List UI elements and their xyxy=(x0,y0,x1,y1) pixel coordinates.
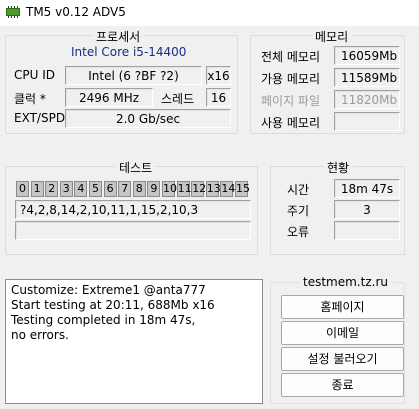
cycle-label: 주기 xyxy=(287,204,310,218)
processor-group-title: 프로세서 xyxy=(92,28,145,45)
test-extra-field xyxy=(15,221,251,240)
used-memory-label: 사용 메모리 xyxy=(261,116,321,130)
available-memory-label: 가용 메모리 xyxy=(261,72,321,86)
log-panel[interactable]: Customize: Extreme1 @anta777 Start testi… xyxy=(5,279,263,404)
tests-group-title: 테스트 xyxy=(115,159,157,176)
cpu-id-field: Intel (6 ?BF ?2) xyxy=(65,66,202,85)
threads-label: 스레드 xyxy=(161,92,195,106)
memory-chip-icon xyxy=(6,6,20,18)
test-cell: 6 xyxy=(103,181,117,197)
log-line: Start testing at 20:11, 688Mb x16 xyxy=(11,298,215,312)
clock-field: 2496 MHz xyxy=(65,88,153,107)
cpu-name: Intel Core i5-14400 xyxy=(71,45,187,59)
window-title: TM5 v0.12 ADV5 xyxy=(26,5,126,19)
test-cell: 12 xyxy=(191,181,207,197)
test-cell: 10 xyxy=(162,181,177,197)
title-bar: TM5 v0.12 ADV5 xyxy=(0,0,419,26)
time-field: 18m 47s xyxy=(334,179,400,198)
test-cell: 13 xyxy=(205,181,221,197)
test-cell: 3 xyxy=(59,181,73,197)
time-label: 시간 xyxy=(287,183,310,197)
cycle-field: 3 xyxy=(334,200,400,219)
test-cell: 0 xyxy=(16,181,29,197)
test-cell: 2 xyxy=(45,181,59,197)
pagefile-label: 페이지 파일 xyxy=(261,94,321,108)
test-cell: 9 xyxy=(147,181,161,197)
exit-button[interactable]: 종료 xyxy=(281,373,404,397)
test-cell: 4 xyxy=(74,181,88,197)
ext-spd-label: EXT/SPD xyxy=(14,111,66,125)
status-group-title: 현황 xyxy=(323,159,354,176)
homepage-button[interactable]: 홈페이지 xyxy=(281,295,404,319)
memory-group-title: 메모리 xyxy=(311,28,353,45)
available-memory-field: 11589Mb xyxy=(334,68,400,87)
used-memory-field xyxy=(334,112,400,131)
test-cell: 1 xyxy=(30,181,44,197)
threads-field: 16 xyxy=(206,88,231,107)
test-cell: 5 xyxy=(89,181,102,197)
total-memory-field: 16059Mb xyxy=(334,46,400,65)
test-cell: 8 xyxy=(132,181,146,197)
errors-field xyxy=(334,221,400,240)
errors-label: 오류 xyxy=(287,225,310,239)
load-config-button[interactable]: 설정 불러오기 xyxy=(281,347,404,371)
ext-spd-field: 2.0 Gb/sec xyxy=(65,109,231,128)
email-button[interactable]: 이메일 xyxy=(281,321,404,345)
test-cell: 11 xyxy=(176,181,192,197)
log-line: no errors. xyxy=(11,328,69,342)
test-sequence-field: ?4,2,8,14,2,10,11,1,15,2,10,3 xyxy=(15,200,251,219)
log-line: Testing completed in 18m 47s, xyxy=(11,313,196,327)
log-line: Customize: Extreme1 @anta777 xyxy=(11,283,206,297)
total-memory-label: 전체 메모리 xyxy=(261,50,321,64)
pagefile-field: 11820Mb xyxy=(334,90,400,109)
clock-label: 클럭 * xyxy=(14,92,46,106)
test-cell: 7 xyxy=(118,181,132,197)
cpu-id-label: CPU ID xyxy=(14,68,55,82)
test-cell: 15 xyxy=(235,181,250,197)
cpu-id-extra-field: x16 xyxy=(206,66,231,85)
site-link[interactable]: testmem.tz.ru xyxy=(299,275,392,289)
test-cell: 14 xyxy=(220,181,236,197)
